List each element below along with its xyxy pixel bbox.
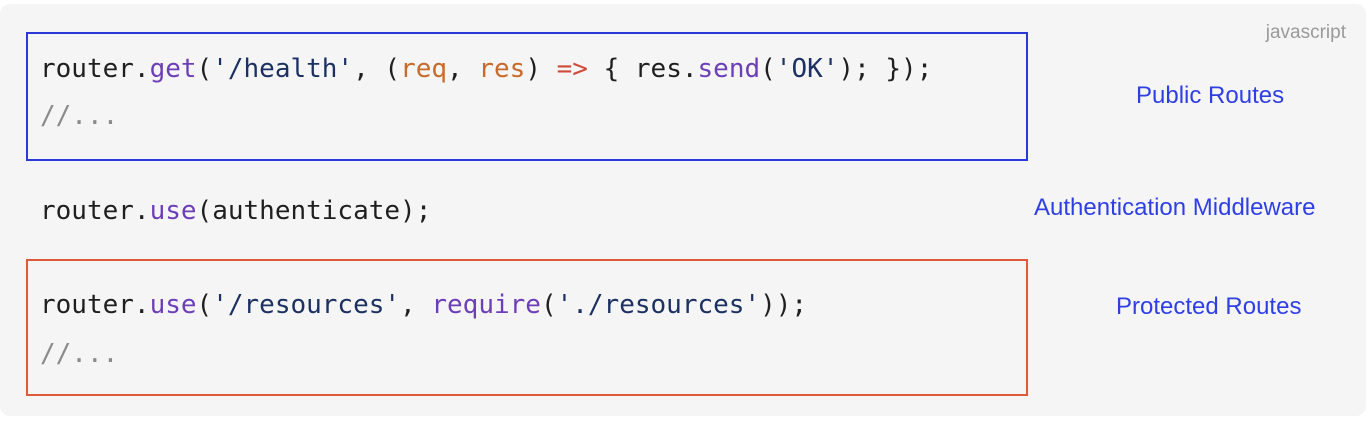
authentication-middleware-annotation: Authentication Middleware [1034, 194, 1316, 221]
code-line-comment-public: //... [40, 101, 119, 131]
code-line-authenticate: router.use(authenticate); [40, 196, 432, 226]
public-routes-annotation: Public Routes [1136, 82, 1285, 109]
code-line-comment-protected: //... [40, 339, 119, 369]
code-line-resources-route: router.use('/resources', require('./reso… [40, 290, 808, 320]
language-label: javascript [1265, 22, 1346, 43]
protected-routes-annotation: Protected Routes [1116, 293, 1302, 320]
code-line-health-route: router.get('/health', (req, res) => { re… [40, 54, 933, 84]
